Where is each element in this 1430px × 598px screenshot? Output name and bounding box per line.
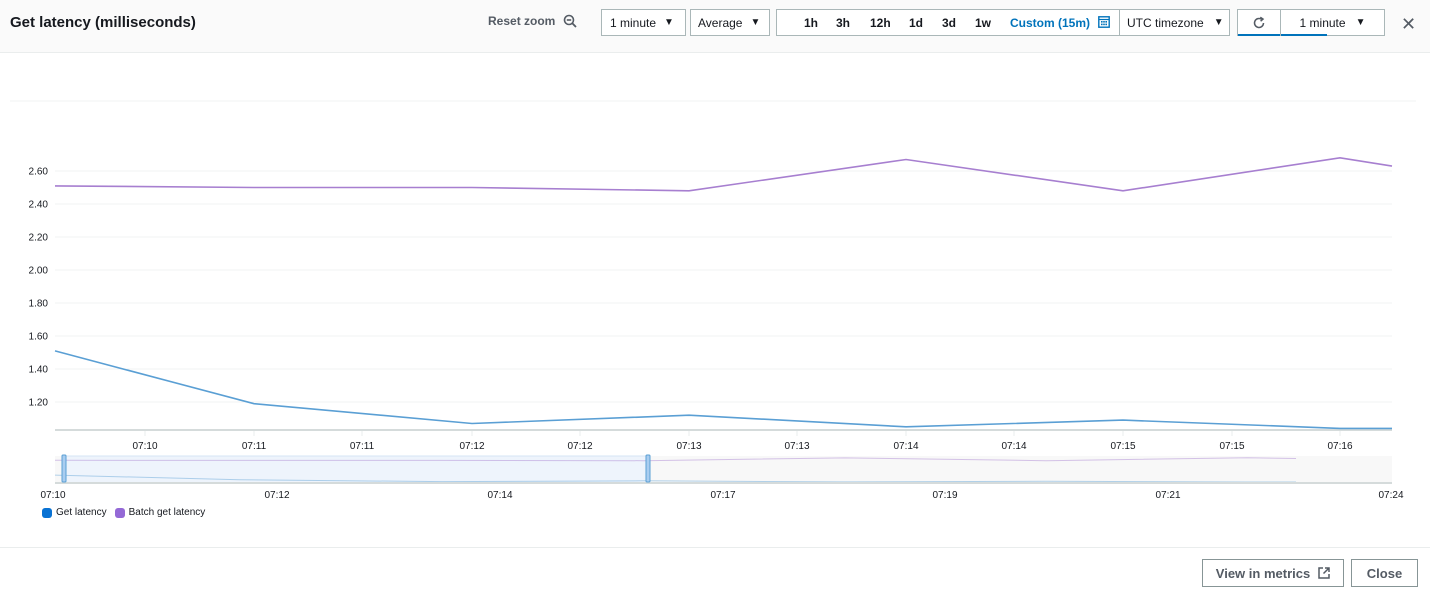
x-tick-label: 07:14 (1001, 441, 1026, 452)
statistic-value: Average (698, 15, 743, 30)
refresh-interval-dropdown[interactable]: 1 minute ▼ (1281, 10, 1384, 36)
legend-item-get-latency[interactable]: Get latency (42, 507, 107, 518)
navigator-tick-label: 07:19 (932, 490, 957, 501)
view-in-metrics-button[interactable]: View in metrics (1202, 559, 1344, 587)
legend-swatch (114, 507, 125, 518)
range-1h[interactable]: 1h (804, 16, 818, 30)
x-tick-label: 07:10 (132, 441, 157, 452)
y-tick-label: 2.60 (29, 167, 49, 178)
navigator-tick-label: 07:10 (40, 490, 65, 501)
reset-zoom-button[interactable]: Reset zoom (488, 14, 577, 28)
y-tick-label: 1.80 (29, 299, 49, 310)
caret-down-icon: ▼ (1213, 17, 1224, 28)
external-link-icon (1318, 567, 1330, 579)
custom-range-label: Custom (15m) (1010, 16, 1091, 30)
series-line-get-latency (54, 350, 1392, 430)
y-tick-label: 2.00 (29, 266, 49, 277)
caret-down-icon: ▼ (664, 17, 674, 28)
close-button[interactable]: Close (1351, 559, 1418, 587)
caret-down-icon: ▼ (1355, 17, 1366, 28)
legend-label: Get latency (56, 507, 107, 518)
y-tick-label: 1.20 (29, 398, 49, 409)
zoom-out-icon (564, 14, 577, 28)
x-tick-label: 07:11 (350, 441, 375, 452)
statistic-dropdown[interactable]: Average ▼ (690, 9, 770, 36)
latency-chart: 1.20 1.40 1.60 1.80 2.00 2.20 2.40 2.60 07:10 07… (10, 100, 1416, 501)
navigator-tick-label: 07:21 (1155, 490, 1180, 501)
navigator-tick-label: 07:14 (487, 490, 512, 501)
refresh-button[interactable] (1238, 10, 1281, 36)
caret-down-icon: ▼ (750, 17, 761, 28)
y-tick-label: 2.40 (29, 200, 49, 211)
range-12h[interactable]: 12h (870, 16, 891, 30)
close-icon[interactable]: ✕ (1401, 14, 1416, 35)
refresh-interval-value: 1 minute (1299, 15, 1346, 30)
period-dropdown[interactable]: 1 minute ▼ (601, 9, 686, 36)
period-value: 1 minute (610, 15, 657, 30)
chart-legend: Get latency Batch get latency (42, 507, 205, 518)
series-line-batch-get-latency (54, 156, 1393, 192)
x-tick-label: 07:14 (893, 441, 918, 452)
time-navigator[interactable] (54, 454, 1392, 484)
timezone-value: UTC timezone (1127, 15, 1204, 30)
range-3h[interactable]: 3h (836, 16, 850, 30)
navigator-left-handle[interactable] (61, 454, 67, 483)
x-tick-label: 07:11 (242, 441, 267, 452)
range-custom[interactable]: Custom (15m) (1010, 16, 1111, 30)
time-range-selector: 1h 3h 12h 1d 3d 1w Custom (15m) UTC time… (776, 9, 1230, 36)
legend-item-batch-get-latency[interactable]: Batch get latency (114, 507, 206, 518)
calendar-icon (1098, 16, 1111, 28)
navigator-tick-label: 07:24 (1378, 490, 1403, 501)
legend-label: Batch get latency (128, 507, 206, 518)
x-tick-label: 07:16 (1327, 441, 1352, 452)
range-1w[interactable]: 1w (975, 16, 991, 30)
range-3d[interactable]: 3d (942, 16, 956, 30)
legend-swatch (42, 507, 52, 518)
x-tick-label: 07:13 (676, 441, 701, 452)
y-tick-label: 1.40 (29, 365, 49, 376)
navigator-tick-label: 07:12 (264, 490, 289, 501)
view-in-metrics-label: View in metrics (1215, 565, 1311, 581)
page-title: Get latency (milliseconds) (10, 14, 196, 31)
modal-header: Get latency (milliseconds) Reset zoom 1 … (0, 0, 1430, 53)
y-tick-label: 2.20 (29, 233, 49, 244)
x-tick-label: 07:12 (567, 441, 592, 452)
range-1d[interactable]: 1d (909, 16, 923, 30)
x-tick-label: 07:12 (459, 441, 484, 452)
refresh-icon (1253, 16, 1265, 28)
refresh-control: 1 minute ▼ (1237, 9, 1385, 36)
y-tick-label: 1.60 (29, 332, 49, 343)
timezone-dropdown[interactable]: UTC timezone ▼ (1119, 9, 1231, 36)
navigator-right-handle[interactable] (645, 454, 651, 483)
close-label: Close (1366, 565, 1403, 581)
x-tick-label: 07:13 (784, 441, 809, 452)
navigator-tick-label: 07:17 (710, 490, 735, 501)
x-tick-label: 07:15 (1110, 441, 1135, 452)
x-tick-label: 07:15 (1219, 441, 1244, 452)
footer-divider (0, 547, 1430, 548)
reset-zoom-label: Reset zoom (488, 14, 556, 28)
